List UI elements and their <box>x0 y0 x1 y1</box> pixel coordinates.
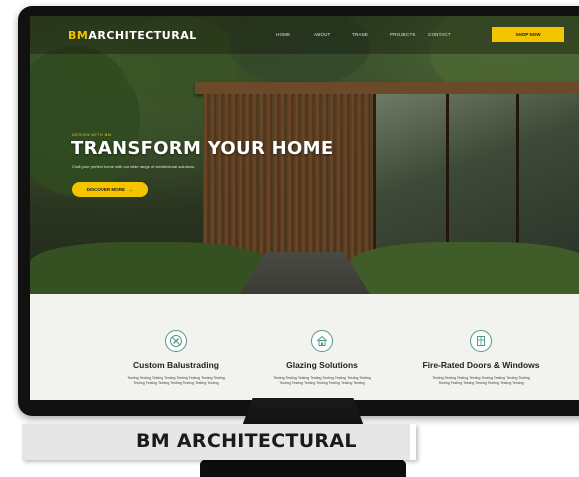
discover-more-label: Discover More <box>86 187 125 192</box>
nav-item-projects[interactable]: Projects <box>390 32 428 37</box>
site-logo[interactable]: BMARCHITECTURAL <box>68 29 197 42</box>
hero-subtitle: Craft your perfect home with our wide ra… <box>72 164 196 169</box>
lawn <box>350 242 579 294</box>
feature-fire-rated-doors-windows[interactable]: Fire-Rated Doors & Windows Testing Testi… <box>406 330 556 386</box>
feature-text: Testing Testing Testing Testing Testing … <box>432 376 530 385</box>
hero-title: TRANSFORM YOUR HOME <box>71 138 334 159</box>
top-nav: BMARCHITECTURAL Home About Trade Project… <box>30 16 579 54</box>
nav-item-about[interactable]: About <box>314 32 352 37</box>
hero-section: BMARCHITECTURAL Home About Trade Project… <box>30 16 579 294</box>
feature-custom-balustrading[interactable]: Custom Balustrading Testing Testing Test… <box>101 330 251 386</box>
nav-item-contact[interactable]: Contact <box>428 32 466 37</box>
feature-glazing-solutions[interactable]: Glazing Solutions Testing Testing Testin… <box>247 330 397 386</box>
feature-title: Fire-Rated Doors & Windows <box>422 360 540 370</box>
feature-title: Glazing Solutions <box>286 360 358 370</box>
logo-prefix: BM <box>68 29 89 42</box>
arrow-right-icon: → <box>128 187 134 192</box>
caption-label: BM ARCHITECTURAL <box>22 424 416 460</box>
feature-text: Testing Testing Testing Testing Testing … <box>273 376 371 385</box>
hero-eyebrow: Design with BM <box>72 132 112 137</box>
lawn <box>30 242 270 294</box>
door-window-icon <box>470 330 492 352</box>
nav-menu: Home About Trade Projects Contact <box>276 32 466 37</box>
shop-now-button[interactable]: Shop Now <box>492 27 564 42</box>
caption-text: BM ARCHITECTURAL <box>136 430 357 452</box>
logo-text: ARCHITECTURAL <box>88 29 197 42</box>
no-drill-tools-icon <box>165 330 187 352</box>
roof-overhang <box>195 82 579 94</box>
features-section: Custom Balustrading Testing Testing Test… <box>30 294 579 400</box>
nav-item-home[interactable]: Home <box>276 32 314 37</box>
discover-more-button[interactable]: Discover More → <box>72 182 148 197</box>
house-icon <box>311 330 333 352</box>
feature-title: Custom Balustrading <box>133 360 219 370</box>
nav-item-trade[interactable]: Trade <box>352 32 390 37</box>
website-screen: BMARCHITECTURAL Home About Trade Project… <box>30 16 579 400</box>
feature-text: Testing Testing Testing Testing Testing … <box>127 376 225 385</box>
monitor: BMARCHITECTURAL Home About Trade Project… <box>18 6 579 416</box>
